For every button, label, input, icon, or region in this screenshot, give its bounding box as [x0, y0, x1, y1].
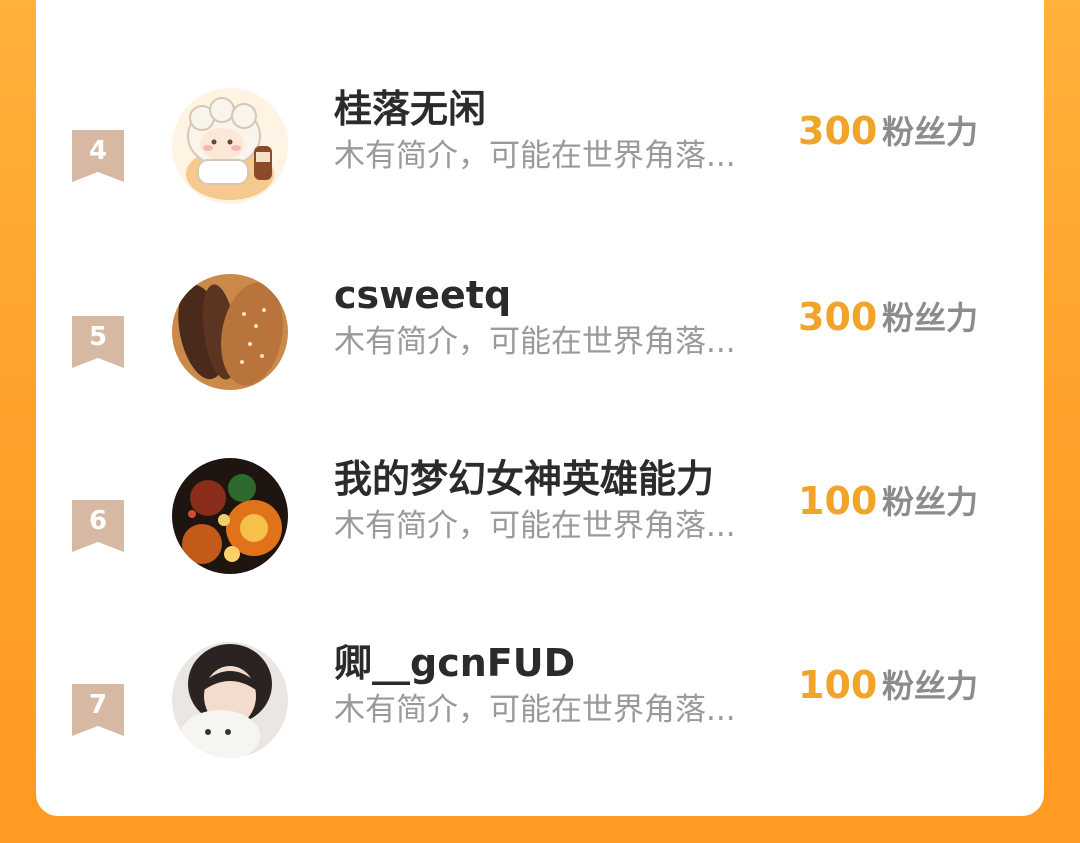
rank-badge: 6 [72, 500, 124, 552]
ranking-row[interactable]: 5 csweetq 木有简介，可能在世界角落... 300 粉丝力 [0, 273, 1080, 436]
fan-power-label: 粉丝力 [882, 113, 979, 151]
rank-badge: 5 [72, 316, 124, 368]
fan-power-label: 粉丝力 [882, 483, 979, 521]
user-intro: 木有简介，可能在世界角落... [334, 324, 736, 360]
user-avatar[interactable] [172, 274, 288, 390]
fan-power-label: 粉丝力 [882, 299, 979, 337]
user-intro: 木有简介，可能在世界角落... [334, 692, 736, 728]
user-avatar[interactable] [172, 642, 288, 758]
user-avatar[interactable] [172, 88, 288, 204]
user-avatar[interactable] [172, 458, 288, 574]
fan-power-value: 300 [798, 109, 878, 153]
fan-power-value: 300 [798, 295, 878, 339]
fan-power-value: 100 [798, 663, 878, 707]
rank-badge: 7 [72, 684, 124, 736]
fireworks-avatar-icon [172, 458, 288, 574]
user-name[interactable]: 桂落无闲 [334, 84, 486, 134]
food-avatar-icon [172, 274, 288, 390]
user-name[interactable]: 我的梦幻女神英雄能力 [334, 454, 714, 504]
ranking-row[interactable]: 6 我的梦幻女神英雄能力 木有简介，可能在世界角落... 100 粉丝力 [0, 457, 1080, 620]
person-avatar-icon [172, 642, 288, 758]
ranking-row[interactable]: 7 卿__gcnFUD 木有简介，可能在世界角落... 100 粉丝力 [0, 641, 1080, 804]
fan-power-value: 100 [798, 479, 878, 523]
ranking-row[interactable]: 4 桂落无闲 木有简介，可能在世界角落... 300 粉丝力 [0, 87, 1080, 250]
user-name[interactable]: csweetq [334, 270, 511, 320]
fan-power-label: 粉丝力 [882, 667, 979, 705]
user-intro: 木有简介，可能在世界角落... [334, 508, 736, 544]
sheep-avatar-icon [172, 88, 288, 204]
user-name[interactable]: 卿__gcnFUD [334, 638, 575, 688]
user-intro: 木有简介，可能在世界角落... [334, 138, 736, 174]
rank-badge: 4 [72, 130, 124, 182]
